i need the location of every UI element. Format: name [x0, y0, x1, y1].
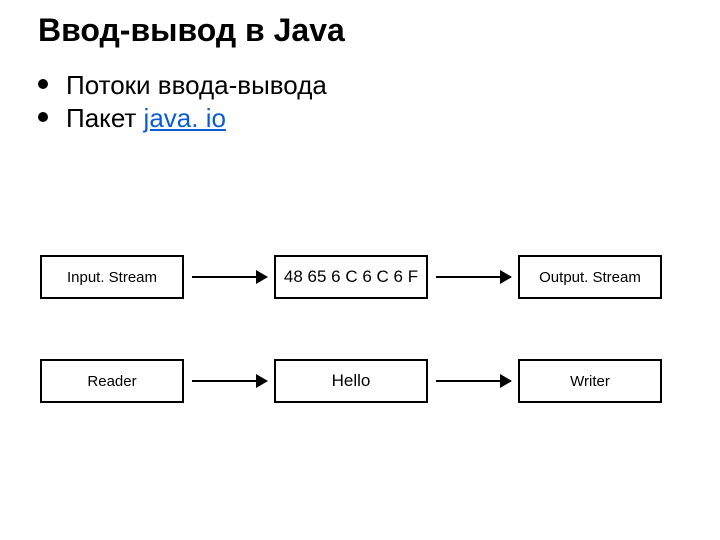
arrow-icon — [184, 257, 274, 297]
box-output-stream: Output. Stream — [518, 255, 662, 299]
bullet-2-link[interactable]: java. io — [144, 103, 226, 133]
bullet-list: Потоки ввода-вывода Пакет java. io — [38, 70, 327, 136]
bullet-dot-icon — [38, 112, 48, 122]
box-hex-bytes: 48 65 6 C 6 C 6 F — [274, 255, 428, 299]
bullet-dot-icon — [38, 79, 48, 89]
bullet-item-1: Потоки ввода-вывода — [38, 70, 327, 101]
box-writer: Writer — [518, 359, 662, 403]
arrow-icon — [428, 257, 518, 297]
box-input-stream: Input. Stream — [40, 255, 184, 299]
diagram-row-bytes: Input. Stream 48 65 6 C 6 C 6 F Output. … — [40, 255, 680, 299]
bullet-text-2: Пакет java. io — [66, 103, 226, 134]
arrow-icon — [184, 361, 274, 401]
box-reader: Reader — [40, 359, 184, 403]
diagram: Input. Stream 48 65 6 C 6 C 6 F Output. … — [40, 255, 680, 463]
slide-title: Ввод-вывод в Java — [38, 12, 345, 49]
bullet-item-2: Пакет java. io — [38, 103, 327, 134]
diagram-row-chars: Reader Hello Writer — [40, 359, 680, 403]
bullet-2-prefix: Пакет — [66, 103, 144, 133]
arrow-icon — [428, 361, 518, 401]
bullet-text-1: Потоки ввода-вывода — [66, 70, 327, 101]
box-hello: Hello — [274, 359, 428, 403]
